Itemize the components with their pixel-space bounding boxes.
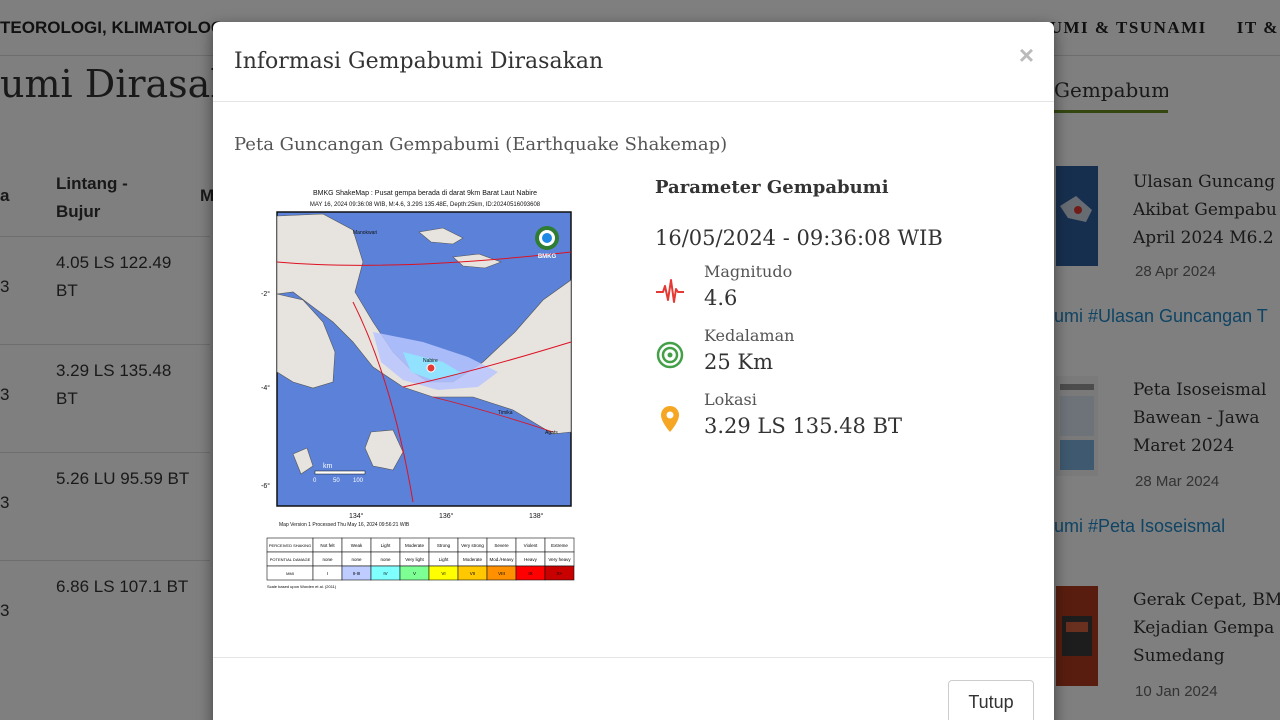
location-value: 3.29 LS 135.48 BT [704,414,903,438]
shakemap-section-title: Peta Guncangan Gempabumi (Earthquake Sha… [234,134,728,155]
legend-cell-text: Very strong [461,543,484,548]
shakemap-title: BMKG ShakeMap : Pusat gempa berada di da… [313,190,537,197]
legend-cell-text: Severe [494,543,509,548]
town-label: Agats [545,430,558,436]
legend-cell-text: V [413,571,416,576]
map-version-note: Map Version 1 Processed Thu May 16, 2024… [279,522,410,528]
location-label: Lokasi [704,390,757,409]
legend-cell-text: Light [439,557,450,562]
scale-unit: km [323,463,333,470]
modal-title: Informasi Gempabumi Dirasakan [234,49,604,74]
legend-cell-text: Very heavy [548,557,571,562]
legend-note: Scale based upon Worden et al. (2011) [267,584,337,589]
legend-cell-text: Light [381,543,392,548]
shakemap-image[interactable]: BMKG ShakeMap : Pusat gempa berada di da… [253,182,593,602]
lon-tick: 138° [529,512,544,520]
legend-cell-text: Mod./Heavy [489,557,514,562]
modal-footer: Tutup [213,657,1054,720]
legend-cell-text: Moderate [463,557,483,562]
close-icon[interactable]: × [1019,42,1034,68]
depth-item: Kedalaman 25 Km [655,326,1035,378]
legend-cell-text: Strong [437,543,451,548]
legend-cell-text: Extreme [551,543,568,548]
legend-cell-text: none [322,557,333,562]
legend-cell-text: Very light [405,557,424,562]
lon-tick: 136° [439,512,454,520]
shakemap-subtitle: MAY 16, 2024 09:36:08 WIB, M:4.6, 3.29S … [310,202,541,208]
town-label: Nabire [423,358,438,364]
legend-row-label: POTENTIAL DAMAGE [270,557,311,562]
scale-value: 100 [353,478,364,484]
legend-cell-text: II-III [353,571,361,576]
legend-cell-text: VII [470,571,476,576]
legend-row-label: PERCEIVED SHAKING [269,543,311,548]
lon-tick: 134° [349,512,364,520]
legend-cell-text: I [327,571,328,576]
seismograph-icon [655,276,685,306]
legend-cell-text: Heavy [524,557,538,562]
legend-cell-text: none [380,557,391,562]
earthquake-info-modal: Informasi Gempabumi Dirasakan × Peta Gun… [213,22,1054,720]
earthquake-datetime: 16/05/2024 - 09:36:08 WIB [655,226,943,250]
legend-cell-text: X+ [557,571,563,576]
depth-rings-icon [655,340,685,370]
legend-cell-text: Weak [351,543,363,548]
bmkg-logo: BMKG [538,254,557,260]
parameter-title: Parameter Gempabumi [655,177,889,198]
town-label: Manokwari [353,230,377,236]
legend-cell-text: VI [441,571,445,576]
magnitude-label: Magnitudo [704,262,793,281]
close-button[interactable]: Tutup [948,680,1034,720]
legend-cell-text: IX [528,571,532,576]
legend-cell-text: none [351,557,362,562]
town-label: Timika [498,410,513,416]
legend-cell-text: Moderate [405,543,425,548]
lat-tick: -4° [261,384,270,392]
lat-tick: -2° [261,290,270,298]
location-item: Lokasi 3.29 LS 135.48 BT [655,390,1035,442]
modal-header: Informasi Gempabumi Dirasakan × [213,22,1054,102]
magnitude-item: Magnitudo 4.6 [655,262,1035,314]
depth-value: 25 Km [704,350,773,374]
lat-tick: -6° [261,482,270,490]
location-pin-icon [655,404,685,434]
legend-cell-text: VIII [498,571,505,576]
legend-cell-text: Violent [524,543,538,548]
legend-cell-text: Not felt [320,543,335,548]
scale-value: 50 [333,478,340,484]
magnitude-value: 4.6 [704,286,738,310]
legend-cell-text: IV [383,571,387,576]
depth-label: Kedalaman [704,326,795,345]
legend-row-label: MMI [286,571,294,576]
